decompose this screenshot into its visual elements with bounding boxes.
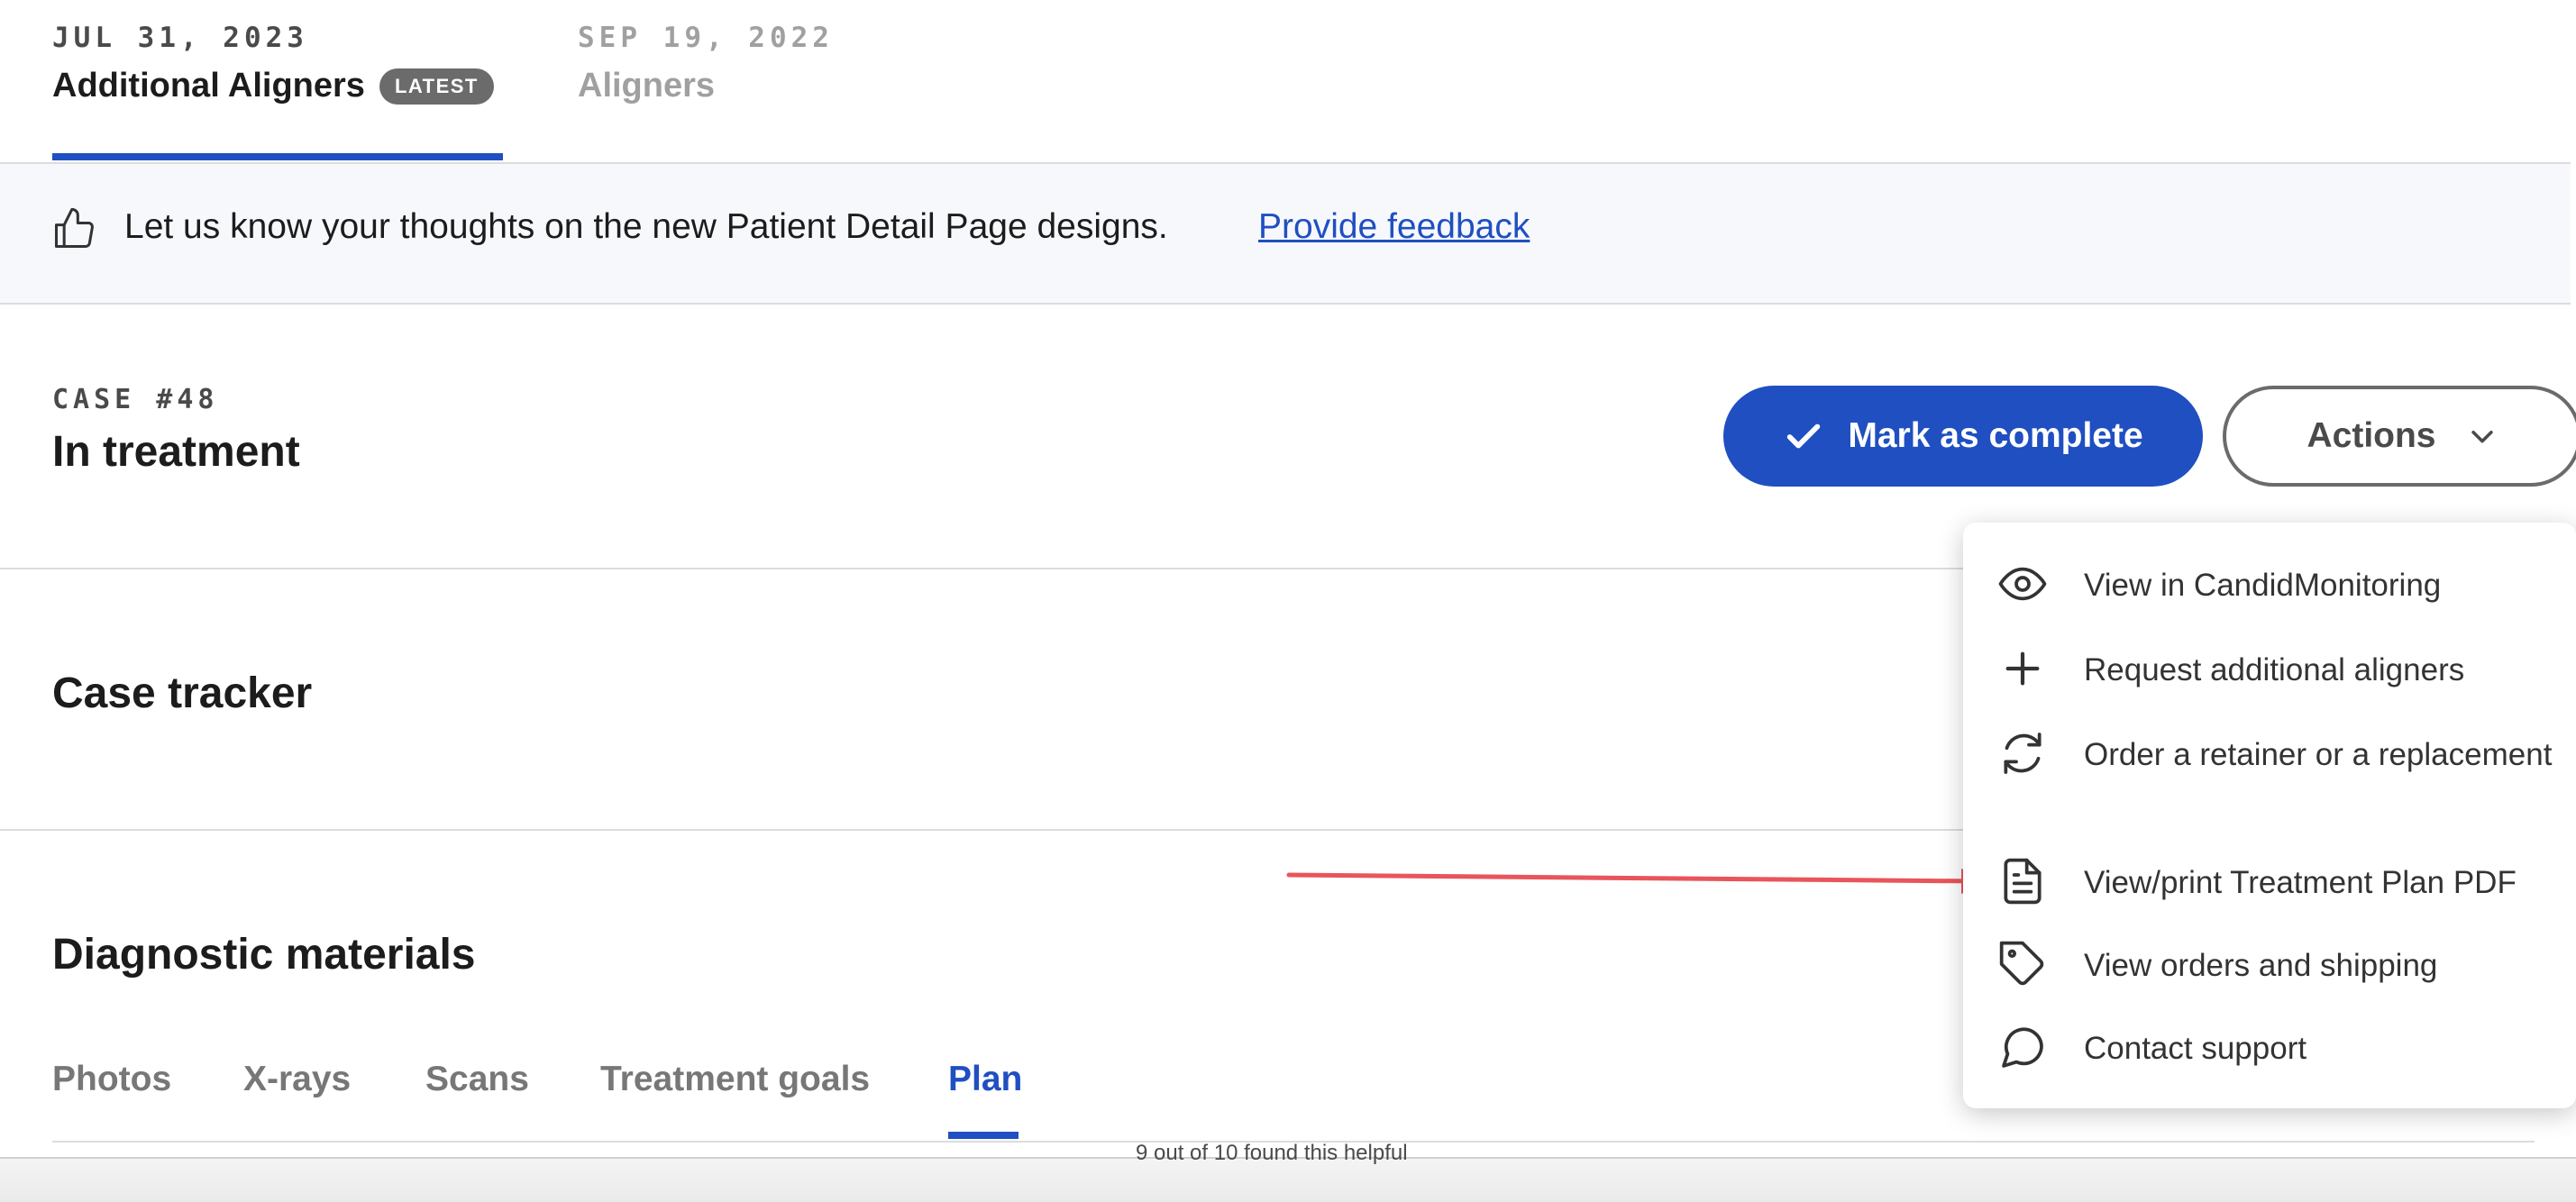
menu-item-label: Contact support — [2084, 1031, 2307, 1066]
chevron-down-icon — [2471, 430, 2493, 443]
eye-icon — [1998, 567, 2047, 601]
tab-scans[interactable]: Scans — [425, 1060, 529, 1099]
menu-item-label: View/print Treatment Plan PDF — [2084, 865, 2517, 900]
case-number: CASE #48 — [52, 384, 219, 415]
helpful-text: 9 out of 10 found this helpful — [1136, 1141, 1408, 1165]
menu-item-label: Request additional aligners — [2084, 652, 2465, 688]
feedback-message: Let us know your thoughts on the new Pat… — [124, 207, 1168, 246]
tab-treatment-goals[interactable]: Treatment goals — [600, 1060, 870, 1099]
case-tab-label: Additional Aligners — [52, 67, 365, 105]
thumbs-up-icon — [54, 207, 94, 249]
mark-as-complete-button[interactable]: Mark as complete — [1723, 386, 2203, 487]
actions-label: Actions — [2307, 416, 2436, 455]
case-tab-name: Additional Aligners LATEST — [52, 67, 494, 105]
mark-as-complete-label: Mark as complete — [1848, 416, 2143, 455]
menu-item-label: View in CandidMonitoring — [2084, 568, 2442, 603]
chat-bubble-icon — [2002, 1027, 2043, 1068]
latest-badge: LATEST — [379, 68, 494, 105]
case-tab-date: JUL 31, 2023 — [52, 22, 308, 54]
case-tracker-title: Case tracker — [52, 669, 313, 717]
case-tabs: JUL 31, 2023 Additional Aligners LATEST … — [0, 0, 2571, 164]
provide-feedback-link[interactable]: Provide feedback — [1258, 207, 1530, 247]
document-icon — [2004, 858, 2042, 905]
checkmark-icon — [1787, 423, 1821, 449]
refresh-icon — [2004, 733, 2042, 774]
tab-x-rays[interactable]: X-rays — [243, 1060, 351, 1099]
case-tab-additional-aligners[interactable]: JUL 31, 2023 Additional Aligners LATEST — [52, 22, 494, 105]
feedback-banner: Let us know your thoughts on the new Pat… — [0, 164, 2571, 305]
plus-icon — [2005, 651, 2040, 686]
diagnostic-materials-title: Diagnostic materials — [52, 931, 476, 979]
active-tab-indicator — [948, 1132, 1019, 1139]
case-tab-label: Aligners — [578, 67, 716, 105]
menu-item-label: Order a retainer or a replacement — [2084, 737, 2553, 772]
case-tab-date: SEP 19, 2022 — [578, 22, 834, 54]
case-status: In treatment — [52, 428, 300, 476]
case-tab-aligners[interactable]: SEP 19, 2022 Aligners — [578, 22, 834, 105]
case-tab-name: Aligners — [578, 67, 834, 105]
tab-photos[interactable]: Photos — [52, 1060, 171, 1099]
active-tab-indicator — [52, 153, 503, 160]
actions-menu: View in CandidMonitoring Request additio… — [1963, 523, 2576, 1108]
tab-plan[interactable]: Plan — [948, 1060, 1022, 1099]
menu-item-label: View orders and shipping — [2084, 948, 2438, 983]
actions-button[interactable]: Actions — [2223, 386, 2576, 487]
tag-icon — [1999, 941, 2044, 986]
annotation-arrow — [1286, 869, 1996, 894]
